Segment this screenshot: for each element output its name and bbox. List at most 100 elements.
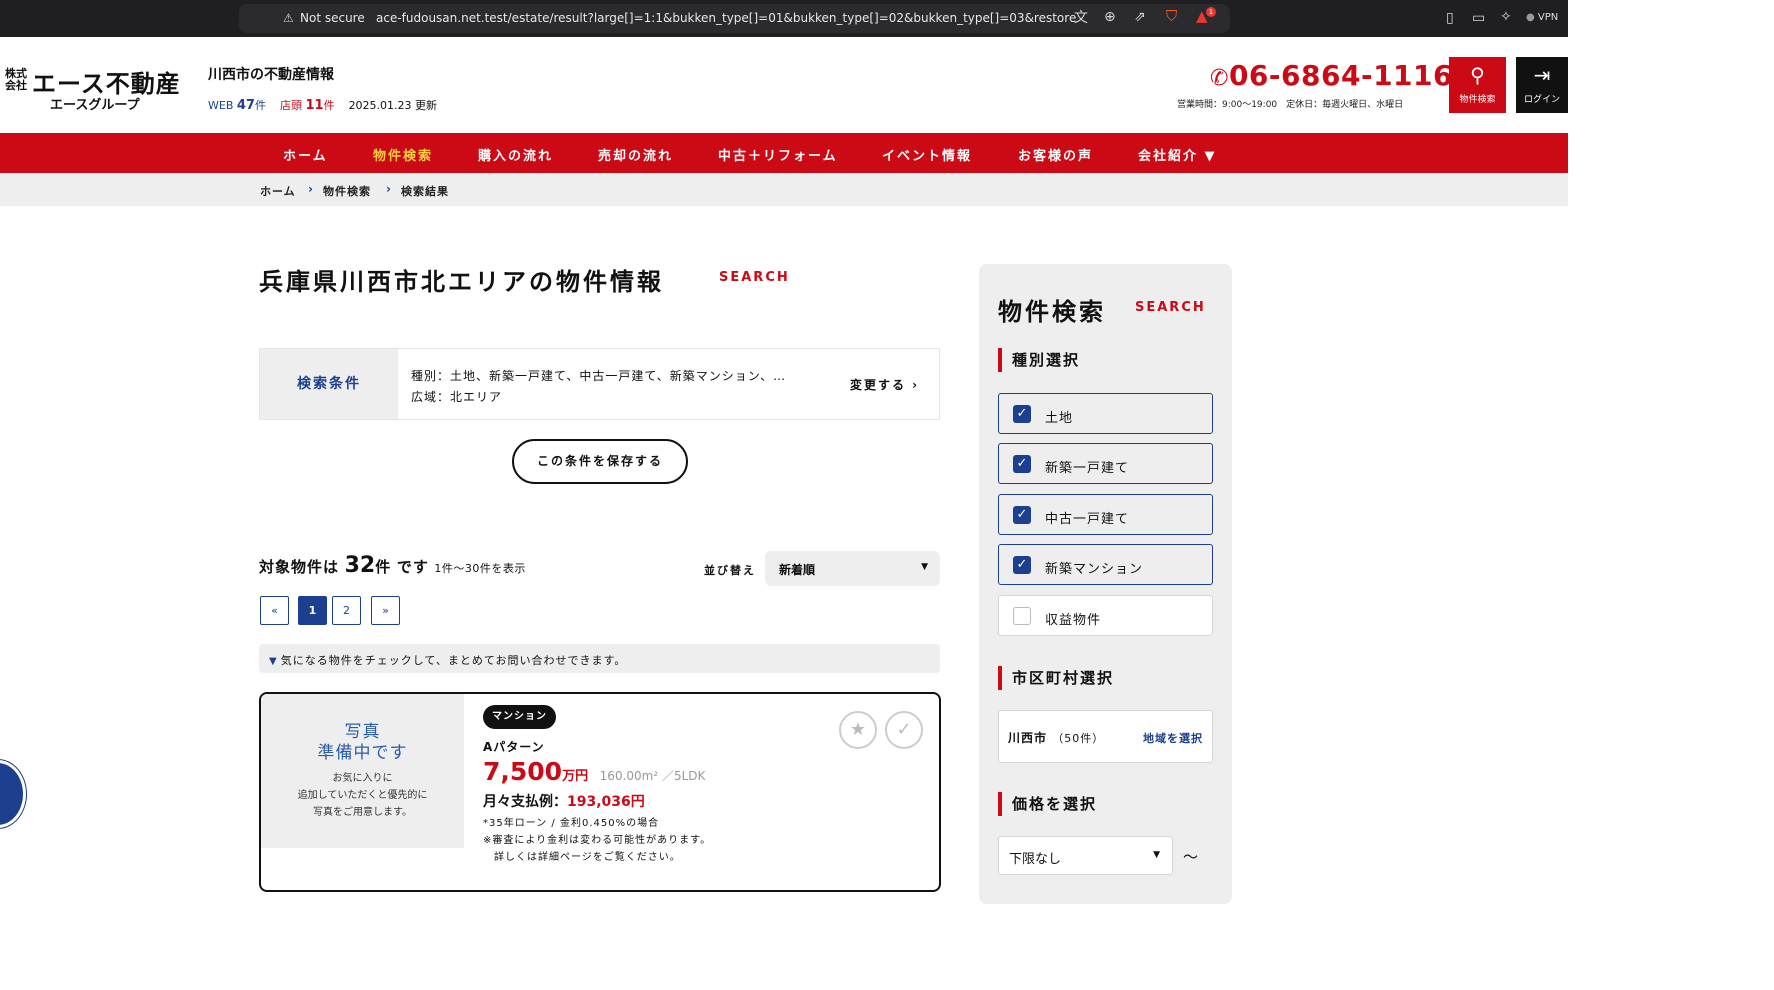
property-spec: 160.00m² ／5LDK xyxy=(599,769,706,783)
triangle-down-icon: ▼ xyxy=(269,656,278,667)
brave-shield-icon[interactable]: ⛉ xyxy=(1166,9,1177,24)
vpn-label: VPN xyxy=(1537,12,1559,23)
vpn-button[interactable]: ● VPN xyxy=(1526,12,1558,23)
city-box: 川西市 （50件） 地域を選択 xyxy=(998,710,1213,763)
checkbox-checked-icon: ✓ xyxy=(1013,455,1031,473)
result-summary: 対象物件は 32件 です 1件〜30件を表示 xyxy=(259,553,526,578)
photo-note: お気に入りに 追加していただくと優先的に 写真をご用意します。 xyxy=(261,770,464,821)
change-conditions-link[interactable]: 変更する › xyxy=(850,376,919,393)
nav-property-search[interactable]: 物件検索 xyxy=(373,145,433,164)
url-text[interactable]: ace-fudousan.net.test/estate/result?larg… xyxy=(376,11,1076,25)
favorite-star-icon[interactable]: ★ xyxy=(839,711,877,749)
checkbox-checked-icon: ✓ xyxy=(1013,556,1031,574)
price-range-tilde: 〜 xyxy=(1183,848,1199,866)
web-label: WEB xyxy=(208,99,234,112)
sidebar-toggle-icon[interactable]: ▯ xyxy=(1446,11,1454,25)
pagination-page-1[interactable]: 1 xyxy=(298,596,327,625)
breadcrumb-home[interactable]: ホーム xyxy=(260,183,296,199)
type-checkbox-land[interactable]: ✓ 土地 xyxy=(998,393,1213,434)
store-label: 店頭 xyxy=(279,99,302,112)
result-count: 32 xyxy=(344,553,376,578)
checkbox-checked-icon: ✓ xyxy=(1013,506,1031,524)
translate-icon[interactable]: 文 xyxy=(1074,11,1088,25)
result-unit: 件 xyxy=(375,558,392,576)
breadcrumb-search[interactable]: 物件検索 xyxy=(323,183,371,199)
photo-note-3: 写真をご用意します。 xyxy=(313,807,412,818)
zoom-icon[interactable]: ⊕ xyxy=(1104,10,1116,24)
phone-number[interactable]: ✆06-6864-1116 xyxy=(1210,59,1453,92)
pagination-last[interactable]: » xyxy=(371,596,400,625)
wallet-icon[interactable]: ▭ xyxy=(1472,11,1485,25)
result-suffix: です xyxy=(396,558,429,576)
city-count: （50件） xyxy=(1052,732,1105,745)
security-indicator[interactable]: Not secure xyxy=(300,11,365,25)
type-label: 収益物件 xyxy=(1045,613,1102,628)
loan-note: *35年ローン / 金利0.450%の場合 xyxy=(483,818,660,829)
type-checkbox-used-house[interactable]: ✓ 中古一戸建て xyxy=(998,494,1213,535)
monthly-value: 193,036円 xyxy=(567,794,645,810)
type-label: 新築一戸建て xyxy=(1045,461,1130,476)
checkbox-unchecked-icon xyxy=(1013,607,1031,625)
pagination-page-2[interactable]: 2 xyxy=(332,596,361,625)
price-min-select[interactable]: 下限なし ▼ xyxy=(998,836,1173,875)
web-count: 47 xyxy=(236,98,255,113)
save-conditions-button[interactable]: この条件を保存する xyxy=(512,439,688,484)
updated-date: 2025.01.23 更新 xyxy=(348,99,438,112)
type-checkbox-new-house[interactable]: ✓ 新築一戸建て xyxy=(998,443,1213,484)
site-title: 川西市の不動産情報 xyxy=(208,67,334,83)
listing-counts: WEB 47件 店頭 11件 2025.01.23 更新 xyxy=(208,97,437,113)
type-checkbox-new-mansion[interactable]: ✓ 新築マンション xyxy=(998,544,1213,585)
nav-reform[interactable]: 中古＋リフォーム xyxy=(718,145,838,164)
header-search-button[interactable]: ⚲ 物件検索 xyxy=(1449,57,1506,113)
select-area-link[interactable]: 地域を選択 xyxy=(1143,730,1203,746)
conditions-type: 種別：土地、新築一戸建て、中古一戸建て、新築マンション、… xyxy=(411,369,787,383)
sort-value: 新着順 xyxy=(779,563,816,577)
photo-placeholder: 写真 準備中です お気に入りに 追加していただくと優先的に 写真をご用意します。 xyxy=(261,694,464,848)
warning-icon: ⚠ xyxy=(283,11,294,25)
price-min-value: 下限なし xyxy=(1009,852,1062,867)
floating-side-button[interactable] xyxy=(0,760,26,828)
type-section-title: 種別選択 xyxy=(998,348,1080,372)
property-card[interactable]: 写真 準備中です お気に入りに 追加していただくと優先的に 写真をご用意します。… xyxy=(259,692,941,892)
sidebar-search: 物件検索 SEARCH 種別選択 ✓ 土地 ✓ 新築一戸建て ✓ 中古一戸建て … xyxy=(979,264,1232,904)
sort-select[interactable]: 新着順 ▼ xyxy=(765,551,940,586)
check-tip: ▼ 気になる物件をチェックして、まとめてお問い合わせできます。 xyxy=(259,644,940,673)
chevron-right-icon: › xyxy=(308,182,313,196)
price-unit: 万円 xyxy=(562,769,589,784)
nav-home[interactable]: ホーム xyxy=(283,145,328,164)
web-unit: 件 xyxy=(254,99,266,112)
page-title: 兵庫県川西市北エリアの物件情報 xyxy=(259,268,664,296)
nav-sale-flow[interactable]: 売却の流れ xyxy=(598,145,673,164)
tip-text: 気になる物件をチェックして、まとめてお問い合わせできます。 xyxy=(280,654,627,667)
photo-title-1: 写真 xyxy=(344,722,381,742)
price-value: 7,500 xyxy=(483,757,563,786)
leo-ai-icon[interactable]: ✧ xyxy=(1500,10,1512,24)
photo-note-2: 追加していただくと優先的に xyxy=(297,790,428,801)
vpn-status-dot-icon: ● xyxy=(1526,12,1535,23)
pagination-first[interactable]: « xyxy=(260,596,289,625)
monthly-payment: 月々支払例：193,036円 xyxy=(483,791,645,811)
nav-voices[interactable]: お客様の声 xyxy=(1018,145,1093,164)
logo-kabushiki[interactable]: 株式会社 xyxy=(5,68,31,92)
page-title-en: SEARCH xyxy=(719,270,790,285)
result-range: 1件〜30件を表示 xyxy=(434,562,526,575)
store-unit: 件 xyxy=(323,99,335,112)
header-search-label: 物件検索 xyxy=(1459,95,1496,105)
share-icon[interactable]: ⇗ xyxy=(1134,10,1146,24)
sort-label: 並び替え xyxy=(704,564,756,577)
disclaimer-1: ※審査により金利は変わる可能性があります。 xyxy=(483,835,712,846)
type-checkbox-income[interactable]: 収益物件 xyxy=(998,595,1213,636)
logo-subtitle: エースグループ xyxy=(50,98,140,113)
header-login-button[interactable]: ⇥ ログイン xyxy=(1516,57,1568,113)
checkbox-checked-icon: ✓ xyxy=(1013,405,1031,423)
nav-company[interactable]: 会社紹介 ▼ xyxy=(1138,145,1217,164)
photo-title-2: 準備中です xyxy=(317,743,408,763)
nav-events[interactable]: イベント情報 xyxy=(882,145,972,164)
property-type-badge: マンション xyxy=(483,705,556,729)
browser-toolbar: 🔖︎ ⚠ Not secure ace-fudousan.net.test/es… xyxy=(0,0,1568,37)
property-name[interactable]: Aパターン xyxy=(483,738,545,755)
breadcrumb: ホーム › 物件検索 › 検索結果 xyxy=(0,173,1568,206)
site-header: 株式会社 エース不動産 エースグループ 川西市の不動産情報 WEB 47件 店頭… xyxy=(0,37,1568,133)
nav-purchase-flow[interactable]: 購入の流れ xyxy=(478,145,553,164)
check-icon[interactable]: ✓ xyxy=(885,711,923,749)
